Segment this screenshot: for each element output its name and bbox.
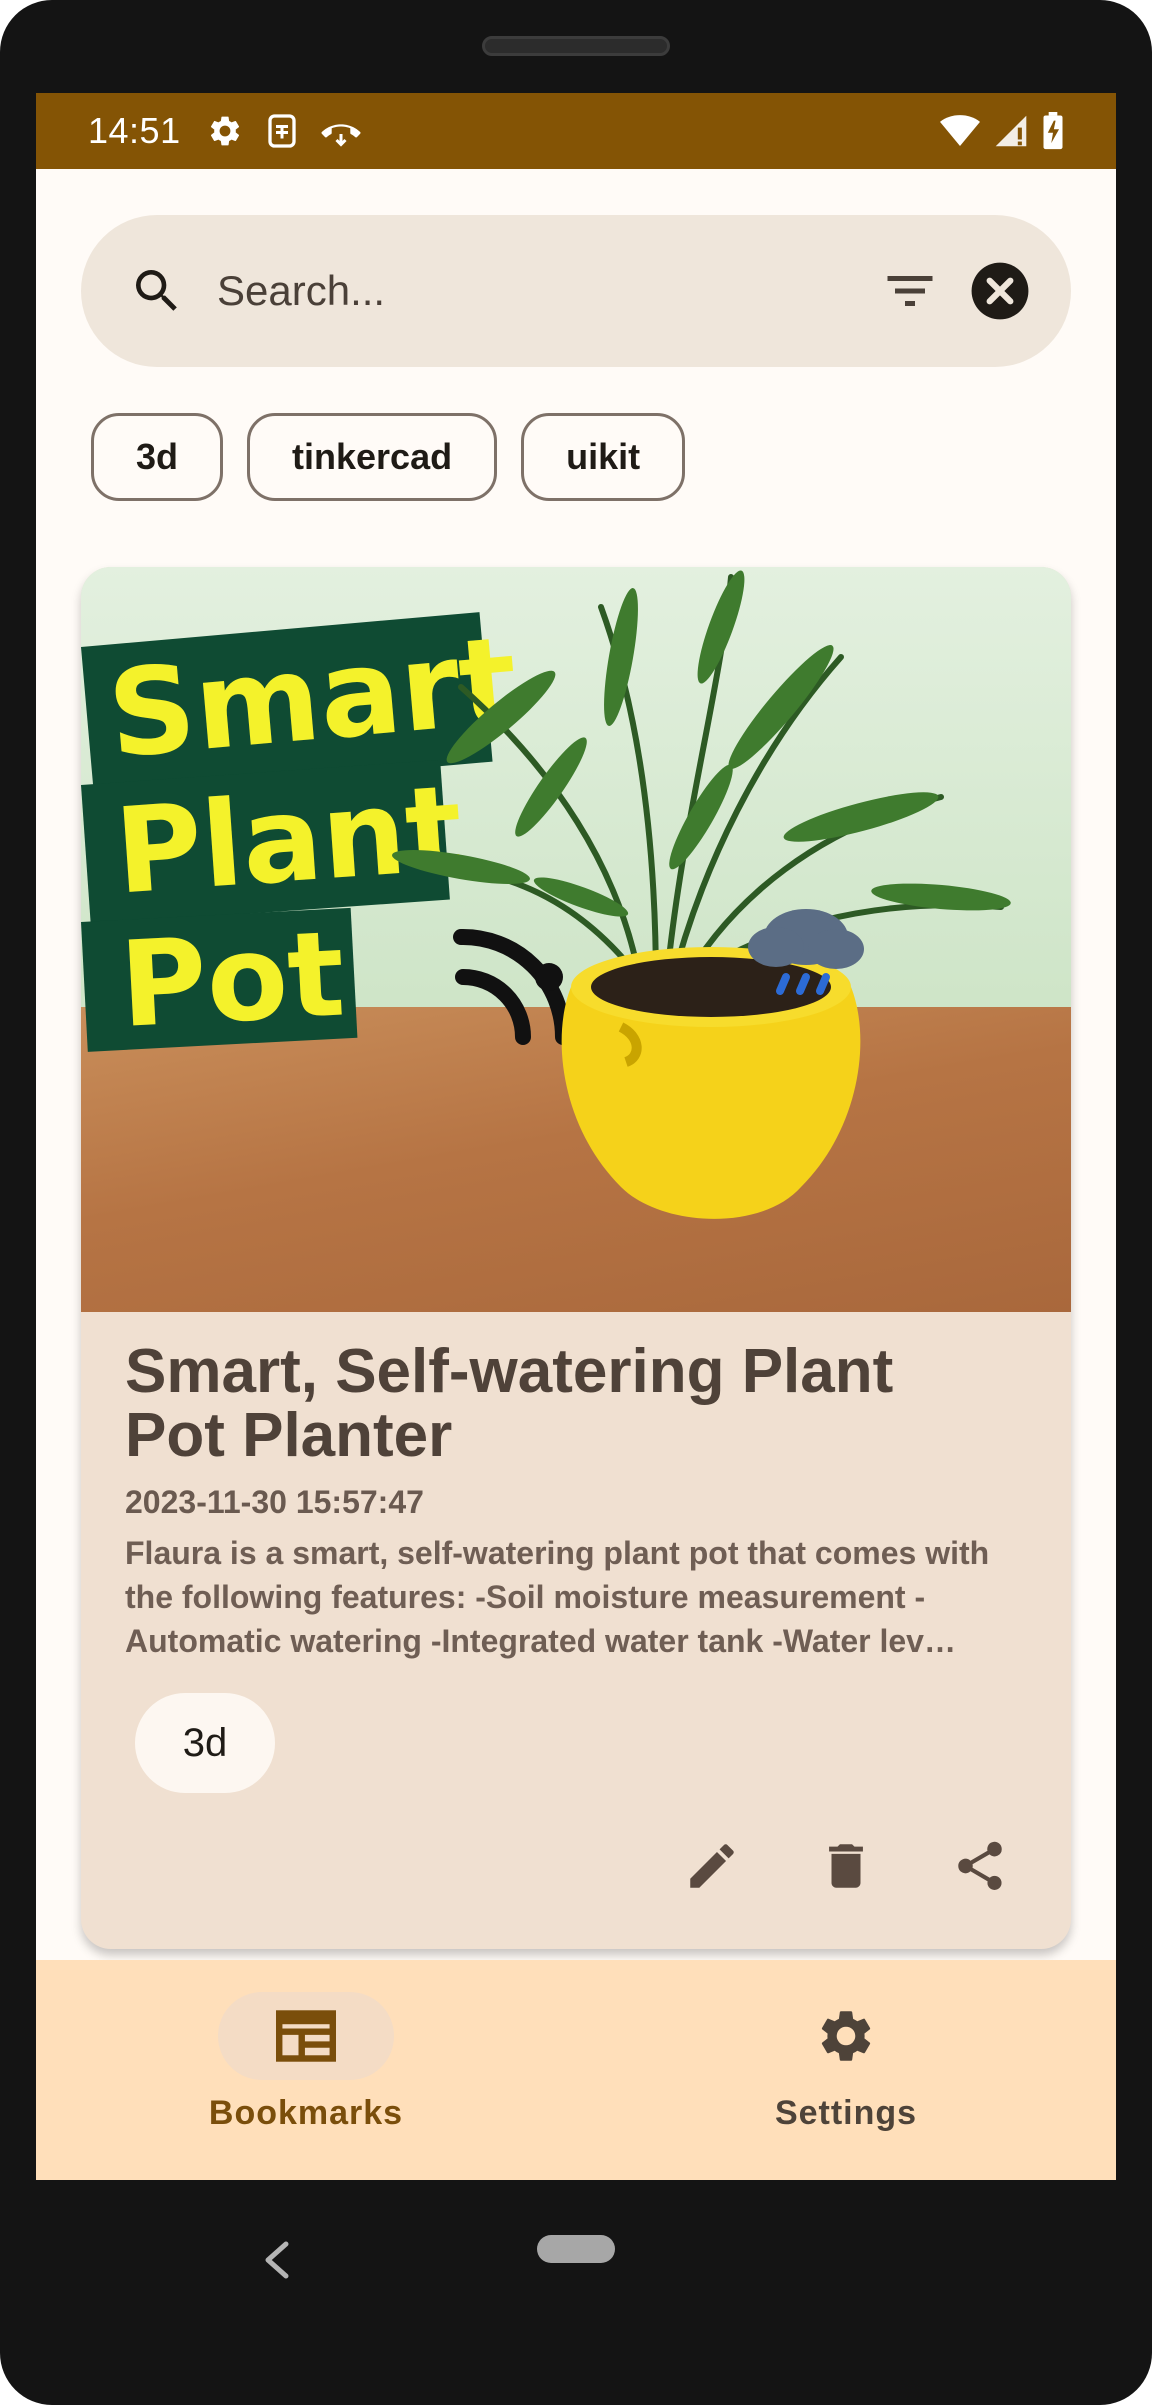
delete-icon[interactable] [815,1835,877,1897]
nav-label-settings: Settings [774,2094,918,2132]
status-system-icons [940,112,1064,150]
sim-card-icon [267,113,297,149]
tag-chip-uikit[interactable]: uikit [521,413,686,501]
plant-pot-illustration [392,570,1011,1219]
system-navigation-bar [0,2180,1152,2405]
call-end-icon [321,113,361,149]
search-bar [81,215,1071,367]
edit-icon[interactable] [681,1835,743,1897]
earpiece-speaker [482,36,670,56]
share-icon[interactable] [949,1835,1011,1897]
wifi-icon [940,114,980,148]
bookmarks-icon [218,1992,394,2080]
back-icon[interactable] [262,2240,292,2280]
filter-icon[interactable] [875,256,945,326]
bottom-navigation: Bookmarks Settings [36,1960,1116,2180]
clear-search-icon[interactable] [965,256,1035,326]
bookmark-title: Smart, Self-watering Plant Pot Planter [125,1337,894,1470]
nav-item-bookmarks[interactable]: Bookmarks [36,1960,576,2180]
app-screen: 14:51 Search... 3d tinkercad uikit Smart… [36,93,1116,2180]
bookmark-date: 2023-11-30 15:57:47 [125,1484,424,1520]
status-bar: 14:51 [36,93,1116,169]
nav-item-settings[interactable]: Settings [576,1960,1116,2180]
bookmark-tag-chip[interactable]: 3d [135,1693,275,1793]
status-notification-icons [207,113,361,149]
battery-charging-icon [1042,112,1064,150]
bookmark-card-body: Smart, Self-watering Plant Pot Planter 2… [81,1312,1071,1793]
gear-icon [207,113,243,149]
bookmark-card[interactable]: Smart Plant Pot Smart, Self-watering Pla… [81,567,1071,1949]
bookmark-actions [681,1835,1011,1897]
device-frame: 14:51 Search... 3d tinkercad uikit Smart… [0,0,1152,2405]
search-input[interactable] [217,267,875,315]
bookmark-thumbnail: Smart Plant Pot [81,567,1071,1312]
tag-filter-chips: 3d tinkercad uikit [91,413,686,501]
settings-icon [758,1992,934,2080]
home-button[interactable] [537,2235,615,2263]
search-icon [136,270,177,311]
tag-chip-tinkercad[interactable]: tinkercad [247,413,498,501]
tag-chip-3d[interactable]: 3d [91,413,224,501]
bookmark-description: Flaura is a smart, self-watering plant p… [125,1535,990,1659]
status-time: 14:51 [88,110,181,151]
nav-label-bookmarks: Bookmarks [208,2094,404,2132]
signal-icon [994,114,1028,148]
